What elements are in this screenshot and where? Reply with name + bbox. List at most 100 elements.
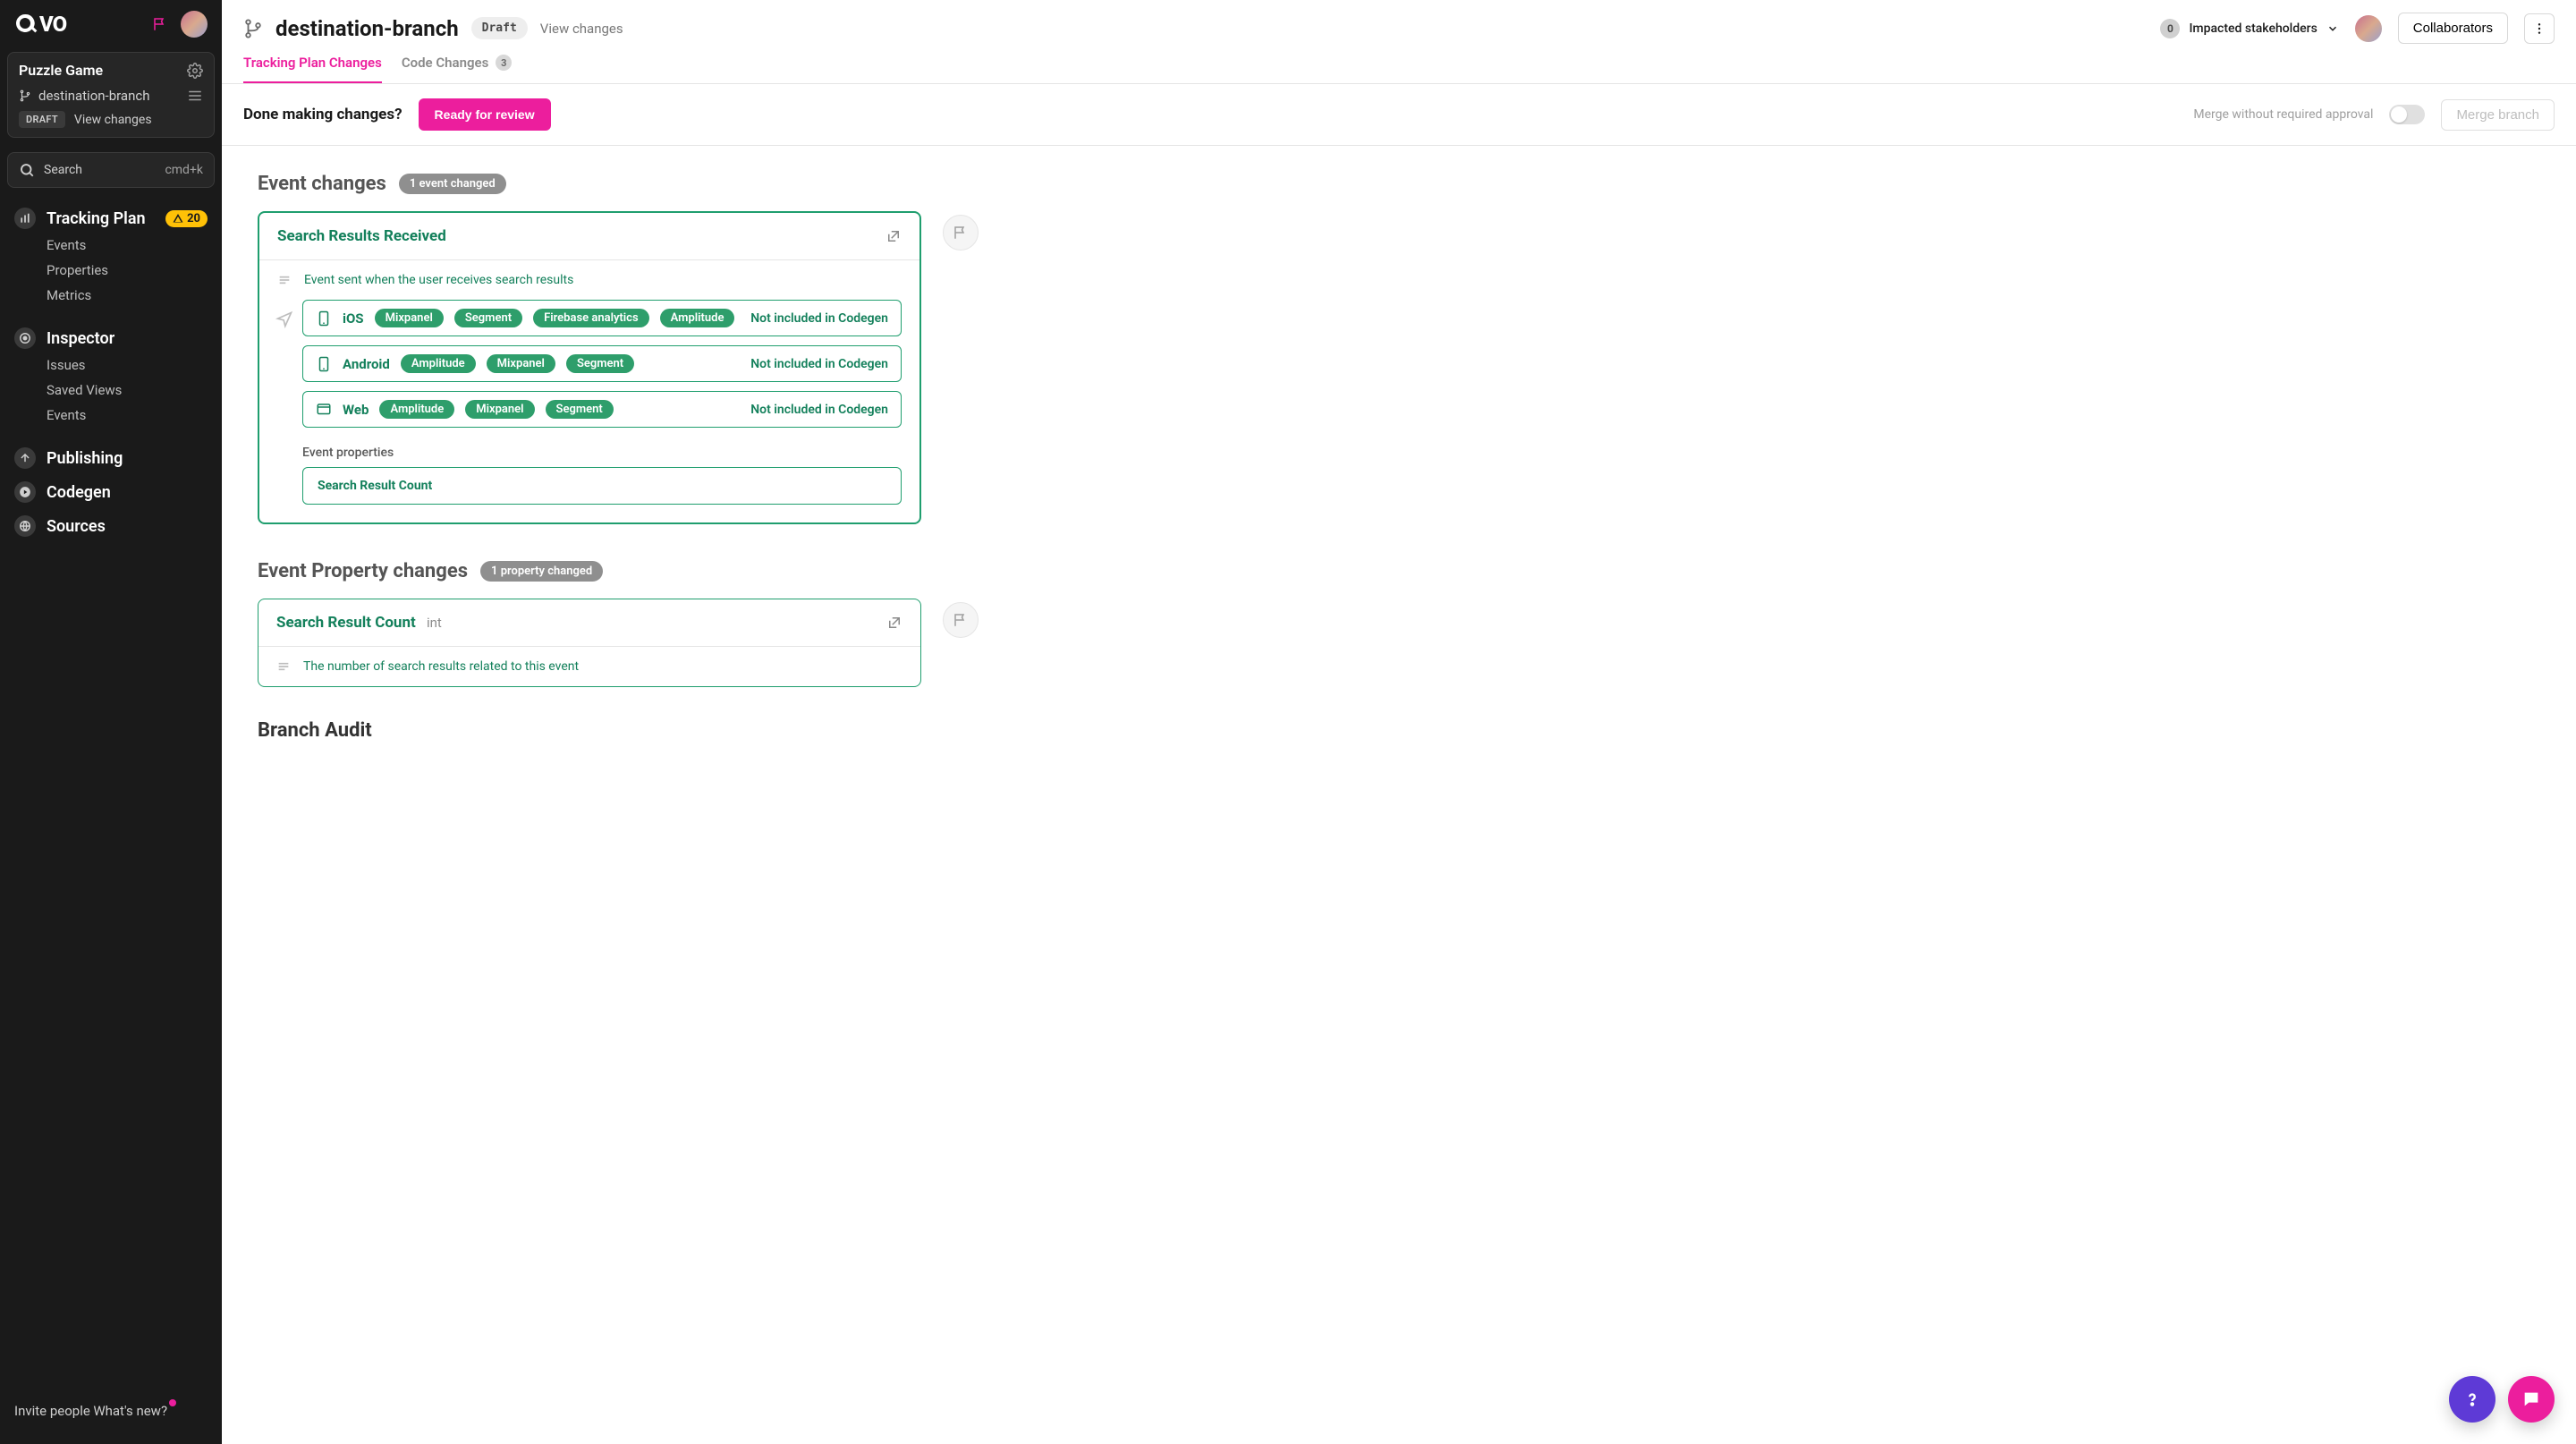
- nav-sources[interactable]: Sources: [7, 506, 215, 540]
- destination-pill: Amplitude: [379, 400, 454, 419]
- description-icon: [277, 273, 292, 287]
- draft-chip: Draft: [471, 17, 528, 39]
- project-card: Puzzle Game destination-branch DRAFT Vie…: [7, 52, 215, 138]
- platform-ios[interactable]: iOS Mixpanel Segment Firebase analytics …: [302, 300, 902, 336]
- tab-code-label: Code Changes: [402, 55, 488, 71]
- notification-dot-icon: [169, 1399, 176, 1406]
- tracking-plan-icon: [14, 208, 36, 229]
- nav-codegen-label: Codegen: [47, 483, 208, 502]
- whats-new[interactable]: What's new?: [93, 1397, 167, 1424]
- destination-pill: Firebase analytics: [533, 309, 649, 327]
- menu-icon[interactable]: [187, 88, 203, 104]
- send-icon: [275, 310, 293, 328]
- flag-icon[interactable]: [152, 16, 168, 32]
- codegen-note: Not included in Codegen: [750, 357, 888, 371]
- gear-icon[interactable]: [187, 63, 203, 79]
- header-avatar[interactable]: [2355, 15, 2382, 42]
- stakeholder-count: 0: [2160, 19, 2180, 38]
- codegen-icon: [14, 481, 36, 503]
- whats-new-label: What's new?: [93, 1403, 167, 1419]
- collaborators-button[interactable]: Collaborators: [2398, 13, 2508, 44]
- platform-android[interactable]: Android Amplitude Mixpanel Segment Not i…: [302, 345, 902, 382]
- more-button[interactable]: [2524, 13, 2555, 44]
- destination-pill: Mixpanel: [487, 354, 555, 373]
- merge-without-approval-toggle[interactable]: [2389, 105, 2425, 124]
- main: destination-branch Draft View changes 0 …: [222, 0, 2576, 1444]
- event-changes-header: Event changes 1 event changed: [258, 173, 2540, 195]
- header: destination-branch Draft View changes 0 …: [222, 0, 2576, 44]
- warning-badge: 20: [165, 210, 208, 227]
- page-title: destination-branch: [275, 16, 459, 41]
- property-description: The number of search results related to …: [303, 659, 579, 674]
- code-changes-count: 3: [496, 55, 512, 71]
- help-fab[interactable]: [2449, 1376, 2496, 1423]
- nav-tracking-plan[interactable]: Tracking Plan 20: [7, 199, 215, 233]
- nav-metrics[interactable]: Metrics: [7, 283, 215, 308]
- destination-pill: Mixpanel: [375, 309, 444, 327]
- destination-pill: Amplitude: [401, 354, 476, 373]
- event-changes-title: Event changes: [258, 173, 386, 195]
- nav-inspector-label: Inspector: [47, 329, 208, 348]
- draft-tag: DRAFT: [19, 111, 65, 128]
- ready-for-review-button[interactable]: Ready for review: [419, 98, 551, 131]
- inspector-icon: [14, 327, 36, 349]
- nav-events[interactable]: Events: [7, 233, 215, 258]
- phone-icon: [316, 356, 332, 372]
- property-changes-title: Event Property changes: [258, 560, 468, 582]
- comment-button[interactable]: [943, 215, 979, 251]
- property-card: Search Result Count int The number o: [258, 599, 921, 687]
- sidebar-branch-name[interactable]: destination-branch: [38, 88, 149, 104]
- event-properties-label: Event properties: [302, 446, 902, 460]
- phone-icon: [316, 310, 332, 327]
- event-property-item[interactable]: Search Result Count: [302, 467, 902, 505]
- merge-without-approval-label: Merge without required approval: [2193, 107, 2373, 122]
- property-name[interactable]: Search Result Count int: [276, 614, 442, 632]
- platform-name: Android: [343, 356, 390, 372]
- platform-name: iOS: [343, 310, 364, 327]
- invite-people[interactable]: Invite people: [14, 1397, 90, 1424]
- chevron-down-icon: [2326, 22, 2339, 35]
- logo[interactable]: VO: [14, 13, 89, 36]
- destination-pill: Segment: [546, 400, 614, 419]
- sidebar-avatar[interactable]: [181, 11, 208, 38]
- stakeholder-label: Impacted stakeholders: [2189, 21, 2317, 36]
- nav-codegen[interactable]: Codegen: [7, 472, 215, 506]
- property-changes-count: 1 property changed: [480, 561, 603, 582]
- sources-icon: [14, 515, 36, 537]
- tab-tracking-plan-changes[interactable]: Tracking Plan Changes: [243, 55, 382, 83]
- event-name[interactable]: Search Results Received: [277, 227, 446, 245]
- web-icon: [316, 402, 332, 418]
- description-icon: [276, 659, 291, 674]
- nav-issues[interactable]: Issues: [7, 353, 215, 378]
- merge-branch-button[interactable]: Merge branch: [2441, 99, 2555, 131]
- sidebar-view-changes[interactable]: View changes: [74, 113, 152, 127]
- nav-inspector[interactable]: Inspector: [7, 319, 215, 353]
- codegen-note: Not included in Codegen: [750, 403, 888, 417]
- search-placeholder: Search: [44, 163, 82, 177]
- stakeholders-dropdown[interactable]: 0 Impacted stakeholders: [2160, 19, 2338, 38]
- done-question: Done making changes?: [243, 106, 402, 123]
- sidebar: VO Puzzle Game destination: [0, 0, 222, 1444]
- action-bar: Done making changes? Ready for review Me…: [222, 84, 2576, 146]
- nav-properties[interactable]: Properties: [7, 258, 215, 283]
- open-icon[interactable]: [886, 615, 902, 631]
- warning-count: 20: [187, 212, 200, 225]
- sidebar-search[interactable]: Search cmd+k: [7, 152, 215, 188]
- comment-button[interactable]: [943, 602, 979, 638]
- nav-inspector-events[interactable]: Events: [7, 403, 215, 428]
- nav-publishing[interactable]: Publishing: [7, 438, 215, 472]
- property-type: int: [427, 615, 442, 631]
- event-card: Search Results Received Event sent when …: [258, 211, 921, 524]
- nav-saved-views[interactable]: Saved Views: [7, 378, 215, 403]
- branch-audit-title: Branch Audit: [258, 719, 372, 742]
- chat-fab[interactable]: [2508, 1376, 2555, 1423]
- destination-pill: Segment: [454, 309, 522, 327]
- search-shortcut: cmd+k: [165, 163, 203, 177]
- open-icon[interactable]: [886, 228, 902, 244]
- search-icon: [19, 162, 35, 178]
- tab-code-changes[interactable]: Code Changes 3: [402, 55, 512, 83]
- view-changes-link[interactable]: View changes: [540, 21, 623, 37]
- project-name[interactable]: Puzzle Game: [19, 62, 103, 79]
- platform-web[interactable]: Web Amplitude Mixpanel Segment Not inclu…: [302, 391, 902, 428]
- nav-tracking-plan-label: Tracking Plan: [47, 209, 155, 228]
